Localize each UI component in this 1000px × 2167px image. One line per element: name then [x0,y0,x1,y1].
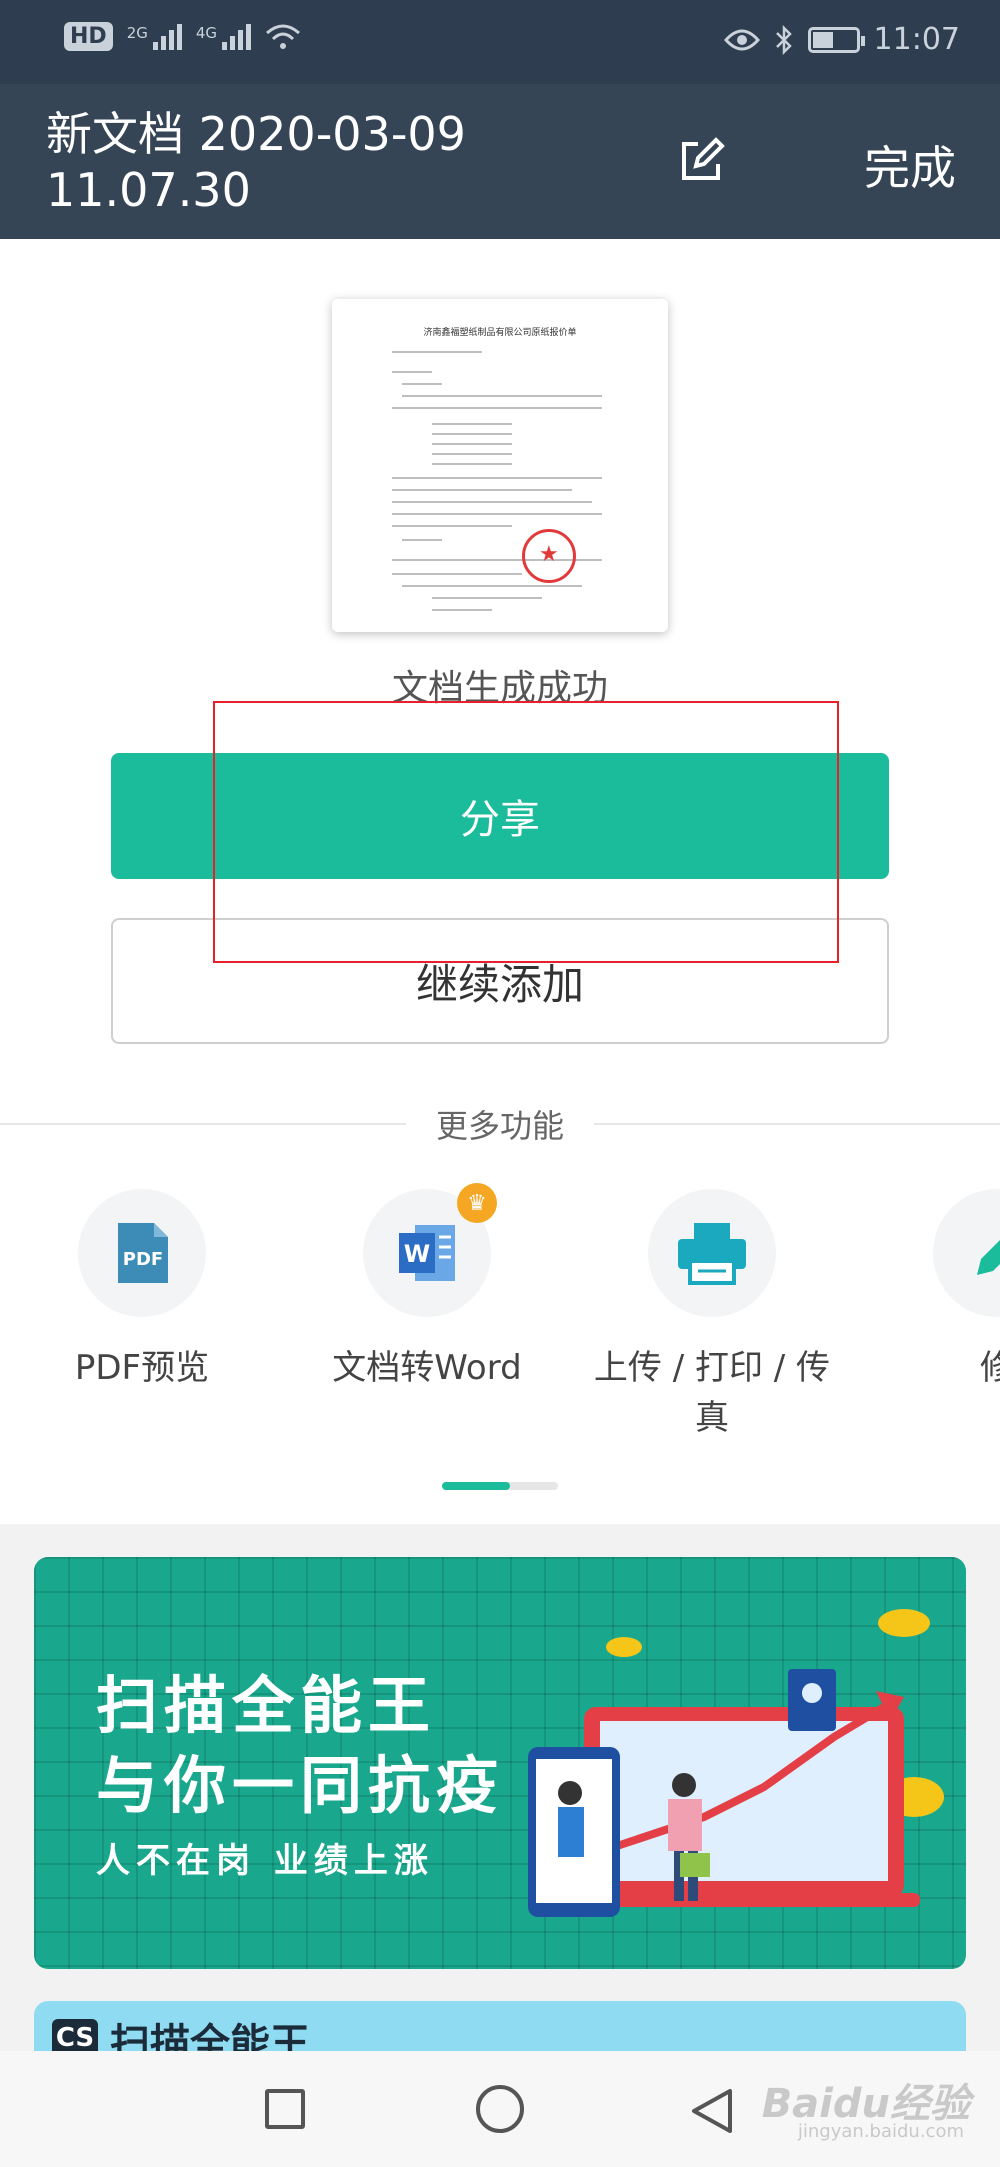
recent-apps-button[interactable] [265,2089,305,2129]
hd-voice-icon: HD [64,22,113,51]
feature-edit[interactable]: 修 [862,1189,1000,1393]
main-content: 济南鑫福塑纸制品有限公司原纸报价单 文档生成成功 分享 继续添加 更多功能 [0,239,1000,1524]
battery-icon [807,26,865,53]
more-features-label: 更多功能 [405,1107,594,1145]
printer-icon [678,1223,746,1285]
feature-label: 上传 / 打印 / 传真 [593,1348,831,1438]
bluetooth-icon [775,24,792,55]
done-button[interactable]: 完成 [864,132,956,198]
edit-icon[interactable] [676,136,726,186]
back-button[interactable] [690,2087,734,2135]
banner-headline: 扫描全能王 [96,1669,437,1742]
document-thumbnail[interactable]: 济南鑫福塑纸制品有限公司原纸报价单 [332,299,668,632]
feature-label: PDF预览 [74,1348,210,1388]
thumbnail-title: 济南鑫福塑纸制品有限公司原纸报价单 [423,328,577,338]
promo-banner[interactable]: 扫描全能王 与你一同抗疫 人不在岗 业绩上涨 [34,1557,966,1969]
app-header: 新文档 2020-03-09 11.07.30 完成 [0,84,1000,239]
home-button[interactable] [476,2085,524,2133]
clock: 11:07 [873,22,960,57]
watermark-url: jingyan.baidu.com [797,2121,964,2142]
pdf-icon: PDF [118,1223,168,1283]
banner-tagline: 人不在岗 业绩上涨 [96,1841,434,1881]
banner-illustration [528,1609,944,1917]
page-indicator-active [442,1482,510,1490]
document-title[interactable]: 新文档 2020-03-09 11.07.30 [46,106,526,218]
svg-text:W: W [404,1240,430,1268]
signal-4g-icon: 4G [196,23,252,50]
eye-icon [723,29,760,50]
wifi-icon [266,24,301,49]
signal-2g-icon: 2G [127,23,182,50]
highlight-annotation [213,701,839,963]
banner-subheadline: 与你一同抗疫 [96,1749,505,1822]
feature-pdf-preview[interactable]: PDF PDF预览 [7,1189,277,1393]
crown-icon: ♛ [457,1183,497,1223]
company-seal [522,529,576,583]
feature-upload-print-fax[interactable]: 上传 / 打印 / 传真 [577,1189,847,1443]
feature-label: 修 [980,1348,1000,1388]
pencil-icon [977,1240,1000,1275]
feature-doc-to-word[interactable]: W ♛ 文档转Word [292,1183,562,1393]
status-bar: HD 2G 4G 11:07 [0,0,1000,84]
feature-label: 文档转Word [332,1348,522,1388]
system-nav-bar: Baidu经验 jingyan.baidu.com [0,2051,1000,2167]
svg-text:PDF: PDF [123,1249,163,1270]
page-indicator [442,1482,558,1490]
